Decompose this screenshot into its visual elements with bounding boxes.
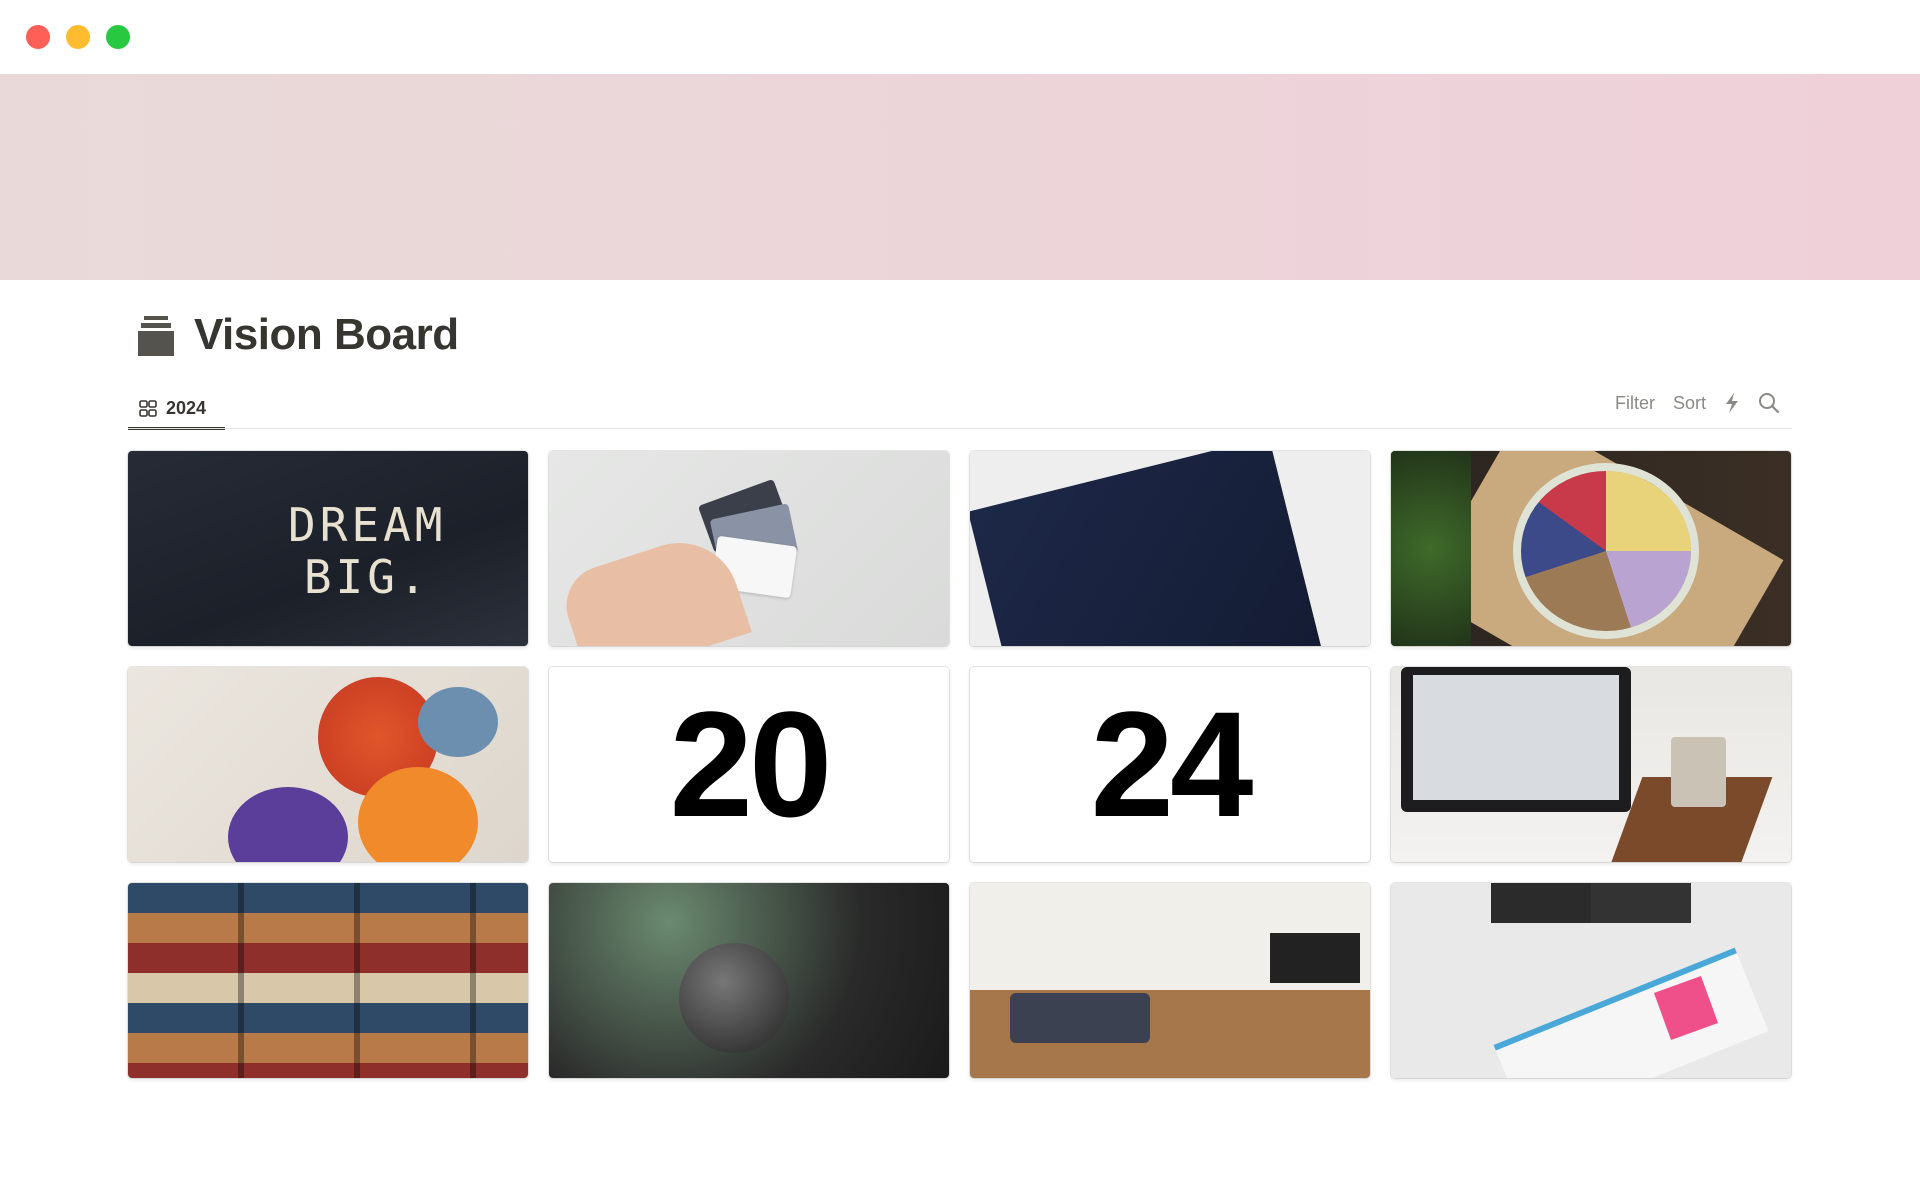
maximize-window-button[interactable] bbox=[106, 25, 130, 49]
planner-desk-photo bbox=[1391, 883, 1791, 1078]
passport-photo bbox=[970, 451, 1370, 646]
laptop-desk-photo bbox=[1391, 667, 1791, 862]
gallery-card-paint-cans[interactable] bbox=[128, 667, 528, 862]
window-titlebar bbox=[0, 0, 1920, 74]
credit-cards-photo bbox=[549, 451, 949, 646]
gallery-grid-icon bbox=[139, 399, 157, 417]
gallery-card-living-room[interactable] bbox=[970, 883, 1370, 1078]
gallery-card-20[interactable]: 20 bbox=[549, 667, 949, 862]
chalk-lettering: DREAM BIG. bbox=[288, 498, 447, 604]
gallery-grid: DREAM BIG. 20 24 bbox=[128, 451, 1792, 1078]
suitcases-photo bbox=[128, 883, 528, 1078]
gallery-card-credit-cards[interactable] bbox=[549, 451, 949, 646]
search-icon[interactable] bbox=[1758, 392, 1780, 414]
gallery-card-healthy-bowl[interactable] bbox=[1391, 451, 1791, 646]
gallery-card-microphone[interactable] bbox=[549, 883, 949, 1078]
gallery-card-planner-desk[interactable] bbox=[1391, 883, 1791, 1078]
minimize-window-button[interactable] bbox=[66, 25, 90, 49]
filter-button[interactable]: Filter bbox=[1615, 393, 1655, 414]
gallery-card-dream-big[interactable]: DREAM BIG. bbox=[128, 451, 528, 646]
lightning-icon[interactable] bbox=[1724, 392, 1740, 414]
gallery-card-laptop-desk[interactable] bbox=[1391, 667, 1791, 862]
card-number-text: 24 bbox=[1090, 680, 1254, 848]
gallery-card-24[interactable]: 24 bbox=[970, 667, 1370, 862]
tab-label: 2024 bbox=[166, 398, 207, 418]
view-toolbar: Filter Sort bbox=[1615, 390, 1780, 416]
card-number-text: 20 bbox=[669, 680, 833, 848]
page-cover[interactable] bbox=[0, 74, 1920, 280]
tab-2024[interactable]: 2024 bbox=[128, 390, 225, 430]
gallery-card-suitcases[interactable] bbox=[128, 883, 528, 1078]
close-window-button[interactable] bbox=[26, 25, 50, 49]
paint-cans-photo bbox=[128, 667, 528, 862]
sort-button[interactable]: Sort bbox=[1673, 393, 1706, 414]
page-title[interactable]: Vision Board bbox=[194, 310, 459, 360]
view-divider bbox=[128, 428, 1792, 429]
archive-box-icon[interactable] bbox=[138, 316, 174, 356]
healthy-bowl-photo bbox=[1391, 451, 1791, 646]
gallery-card-passport[interactable] bbox=[970, 451, 1370, 646]
living-room-photo bbox=[970, 883, 1370, 1078]
dream-big-photo: DREAM BIG. bbox=[128, 451, 528, 646]
microphone-photo bbox=[549, 883, 949, 1078]
